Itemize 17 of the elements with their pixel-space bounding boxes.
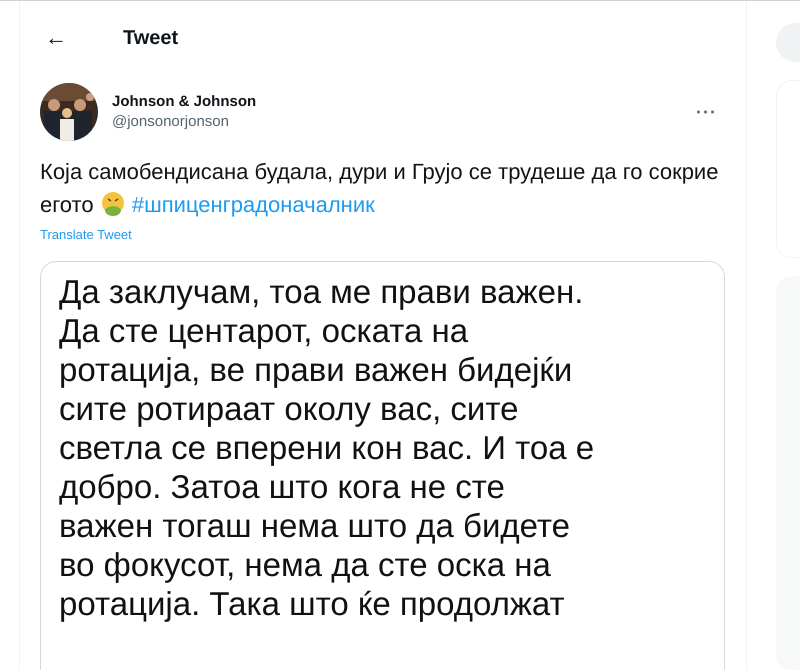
image-text-line: ротација, ве прави важен бидејќи	[59, 350, 572, 389]
image-text-line: светла се вперени кон вас. И тоа е	[59, 428, 594, 467]
image-text-line: сите ротираат околу вас, сите	[59, 389, 518, 428]
page-title: Tweet	[123, 26, 178, 51]
image-text-line: во фокусот, нема да сте оска на	[59, 545, 551, 584]
image-text-line: Да заклучам, тоа ме прави важен.	[59, 272, 584, 311]
image-text-line: важен тогаш нема што да бидете	[59, 506, 570, 545]
image-text-line: добро. Затоа што кога не сте	[59, 467, 505, 506]
author-handle[interactable]: @jonsonorjonson	[112, 112, 256, 132]
author-name[interactable]: Johnson & Johnson	[112, 92, 256, 112]
emoji-icon	[100, 191, 126, 217]
tweet-text: Која самобендисана будала, дури и Грујо се трудеше да го сокрие егото #шпиценградоначалник	[40, 158, 720, 219]
image-text-line: Да сте центарот, оската на	[59, 311, 468, 350]
image-text-line: ротација. Така што ќе продолжат	[59, 584, 565, 623]
back-button[interactable]: ←	[41, 27, 71, 49]
image-card[interactable]	[40, 261, 725, 670]
more-button[interactable]: ···	[688, 98, 725, 126]
